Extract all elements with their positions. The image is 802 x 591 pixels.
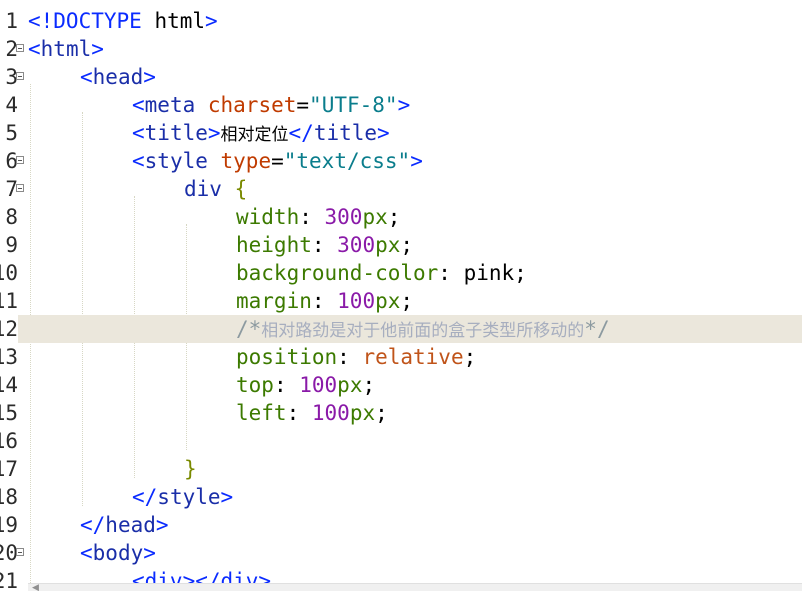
line-number: 17	[0, 457, 18, 481]
code-line[interactable]: 6 <style type="text/css">	[0, 147, 802, 175]
fold-toggle-icon[interactable]	[16, 72, 24, 80]
code-line[interactable]: 8 width: 300px;	[0, 203, 802, 231]
line-content: div {	[184, 177, 248, 201]
fold-toggle-icon[interactable]	[16, 184, 24, 192]
line-content: background-color: pink;	[236, 261, 527, 285]
code-line[interactable]: 1 <!DOCTYPE html>	[0, 7, 802, 35]
code-line[interactable]: 3 <head>	[0, 63, 802, 91]
line-number: 8	[5, 205, 18, 229]
line-number: 13	[0, 345, 18, 369]
line-content: <style type="text/css">	[132, 149, 423, 173]
line-number: 5	[5, 121, 18, 145]
line-content: <head>	[80, 65, 156, 89]
line-number: 9	[5, 233, 18, 257]
line-content: </style>	[132, 485, 234, 509]
css-comment: /*相对路劲是对于他前面的盒子类型所移动的*/	[236, 317, 610, 341]
line-number: 15	[0, 401, 18, 425]
code-line[interactable]: 11 margin: 100px;	[0, 287, 802, 315]
line-content: margin: 100px;	[236, 289, 414, 313]
line-number: 19	[0, 513, 18, 537]
line-content: }	[184, 457, 197, 481]
line-content: width: 300px;	[236, 205, 401, 229]
horizontal-scrollbar[interactable]: ◀	[28, 583, 802, 591]
fold-toggle-icon[interactable]	[16, 548, 24, 556]
line-content: position: relative;	[236, 345, 477, 369]
code-line-current[interactable]: 12 /*相对路劲是对于他前面的盒子类型所移动的*/	[0, 315, 802, 343]
code-line[interactable]: 10 background-color: pink;	[0, 259, 802, 287]
code-line[interactable]: 17 }	[0, 455, 802, 483]
line-number: 4	[5, 93, 18, 117]
code-line[interactable]: 15 left: 100px;	[0, 399, 802, 427]
line-number: 12	[0, 315, 18, 343]
line-number: 10	[0, 261, 18, 285]
line-content: <!DOCTYPE html>	[28, 9, 218, 33]
line-content: <title>相对定位</title>	[132, 121, 390, 145]
fold-toggle-icon[interactable]	[16, 156, 24, 164]
line-number: 16	[0, 429, 18, 453]
code-line[interactable]: 4 <meta charset="UTF-8">	[0, 91, 802, 119]
code-line[interactable]: 9 height: 300px;	[0, 231, 802, 259]
line-number: 11	[0, 289, 18, 313]
code-line[interactable]: 20 <body>	[0, 539, 802, 567]
code-line[interactable]: 19 </head>	[0, 511, 802, 539]
line-content: /*相对路劲是对于他前面的盒子类型所移动的*/	[236, 315, 610, 343]
line-number: 1	[5, 9, 18, 33]
line-number: 18	[0, 485, 18, 509]
code-line[interactable]: 5 <title>相对定位</title>	[0, 119, 802, 147]
code-line[interactable]: 2 <html>	[0, 35, 802, 63]
line-content: </head>	[80, 513, 169, 537]
code-line[interactable]: 13 position: relative;	[0, 343, 802, 371]
code-line[interactable]: 16	[0, 427, 802, 455]
line-content: <body>	[80, 541, 156, 565]
code-line[interactable]: 18 </style>	[0, 483, 802, 511]
line-number: 21	[0, 569, 18, 591]
line-content: <html>	[28, 37, 104, 61]
code-line[interactable]: 14 top: 100px;	[0, 371, 802, 399]
line-number: 14	[0, 373, 18, 397]
scroll-left-arrow-icon[interactable]: ◀	[32, 583, 39, 591]
line-content: <meta charset="UTF-8">	[132, 93, 411, 117]
line-content: left: 100px;	[236, 401, 388, 425]
fold-toggle-icon[interactable]	[16, 44, 24, 52]
code-editor[interactable]: 1 <!DOCTYPE html> 2 <html> 3 <head> 4 <m…	[0, 0, 802, 591]
line-content: top: 100px;	[236, 373, 376, 397]
line-content: height: 300px;	[236, 233, 414, 257]
code-line[interactable]: 7 div {	[0, 175, 802, 203]
